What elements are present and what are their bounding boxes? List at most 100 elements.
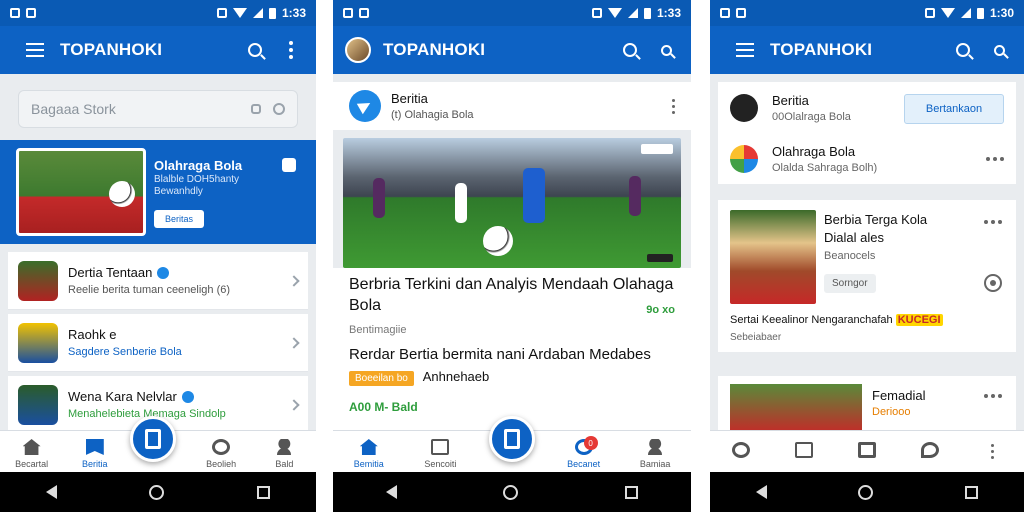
- nav-item-more[interactable]: [965, 444, 1021, 459]
- nav-item-home[interactable]: Becartal: [4, 439, 60, 469]
- list-item[interactable]: Beritia 00Olalraga Bola Bertankaon: [718, 82, 1016, 134]
- article-price: A00 M- Bald: [349, 400, 418, 414]
- more-horiz-icon[interactable]: [984, 220, 1002, 224]
- overflow-menu-button[interactable]: [278, 37, 304, 63]
- chevron-right-icon: [288, 336, 300, 349]
- key-icon: [660, 44, 672, 56]
- more-vert-icon: [289, 41, 293, 59]
- notification-icon: [26, 8, 36, 18]
- nav-item-chat[interactable]: [902, 441, 958, 462]
- section-subtitle: (t) Olahagia Bola: [391, 109, 474, 121]
- back-icon[interactable]: [755, 485, 767, 499]
- more-horiz-icon[interactable]: [986, 157, 1004, 161]
- home-circle-icon[interactable]: [503, 484, 519, 500]
- filter-button[interactable]: [986, 37, 1012, 63]
- channel-avatar: [730, 94, 758, 122]
- football-icon: [109, 181, 135, 207]
- follow-button[interactable]: Bertankaon: [904, 94, 1004, 124]
- status-time: 1:33: [281, 6, 306, 20]
- nav-item-news[interactable]: Sencoiti: [412, 439, 468, 469]
- phone-screen-home: 1:33 TOPANHOKI Bagaaa Stork Olahraga Bol…: [0, 0, 316, 512]
- recents-icon[interactable]: [965, 485, 979, 499]
- hero-button[interactable]: Beritas: [154, 210, 204, 228]
- radio-icon[interactable]: [984, 274, 1002, 292]
- mic-icon[interactable]: [251, 104, 261, 114]
- key-icon: [993, 44, 1005, 56]
- search-button[interactable]: [617, 37, 643, 63]
- app-title: TOPANHOKI: [770, 40, 873, 59]
- hero-banner[interactable]: Olahraga Bola Blalble DOH5hanty Bewanhdl…: [0, 140, 316, 244]
- notification-icon: [359, 8, 369, 18]
- nav-item-home[interactable]: Bemitia: [341, 439, 397, 469]
- category-tag[interactable]: Boeeilan bo: [349, 371, 414, 386]
- football-icon: [483, 226, 513, 256]
- menu-icon: [736, 43, 754, 57]
- image-badge: [647, 254, 673, 262]
- article-title: Berbria Terkini dan Analyis Mendaah Olah…: [349, 276, 674, 314]
- chevron-right-icon: [288, 398, 300, 411]
- list-item-title: Dertia Tentaan: [68, 265, 153, 280]
- fab-button[interactable]: [489, 416, 535, 462]
- feature-card[interactable]: Berbia Terga Kola Dialal ales Beanocels …: [718, 200, 1016, 352]
- nav-item-library[interactable]: [839, 441, 895, 462]
- menu-button[interactable]: [732, 37, 758, 63]
- search-input[interactable]: Bagaaa Stork: [18, 90, 298, 128]
- menu-icon: [26, 43, 44, 57]
- puzzle-icon[interactable]: [282, 158, 296, 172]
- list-item-subtitle: Sagdere Senberie Bola: [68, 346, 182, 358]
- search-button[interactable]: [950, 37, 976, 63]
- menu-button[interactable]: [22, 37, 48, 63]
- feature-card[interactable]: Femadial Deriooo: [718, 376, 1016, 434]
- list-item-subtitle: Reelie berita tuman ceeneligh (6): [68, 284, 231, 296]
- home-circle-icon[interactable]: [149, 484, 165, 500]
- app-title: TOPANHOKI: [383, 40, 486, 59]
- shuffle-icon: [732, 441, 751, 458]
- newspaper-icon: [431, 439, 450, 455]
- recents-icon[interactable]: [624, 485, 638, 499]
- search-placeholder: Bagaaa Stork: [31, 101, 116, 117]
- nav-item-shuffle[interactable]: [713, 441, 769, 462]
- nav-item-profile[interactable]: Bald: [256, 439, 312, 469]
- list-item-title: Olahraga Bola: [772, 144, 856, 159]
- more-horiz-icon[interactable]: [984, 394, 1002, 398]
- home-circle-icon[interactable]: [858, 484, 874, 500]
- fab-button[interactable]: [130, 416, 176, 462]
- status-bar: 1:33: [0, 0, 316, 26]
- filter-button[interactable]: [653, 37, 679, 63]
- status-bar: 1:30: [710, 0, 1024, 26]
- card-title: Femadial: [872, 388, 926, 403]
- article-body[interactable]: Berbria Terkini dan Analyis Mendaah Olah…: [333, 268, 691, 430]
- notification-icon: [736, 8, 746, 18]
- newspaper-icon: [795, 441, 814, 458]
- send-icon: [349, 90, 381, 122]
- list-item[interactable]: Dertia Tentaan Reelie berita tuman ceene…: [8, 252, 308, 310]
- nav-item-news[interactable]: [776, 441, 832, 462]
- article-image: [343, 138, 681, 268]
- nav-item-media[interactable]: Beolieh: [193, 439, 249, 469]
- nav-item-news[interactable]: Beritia: [67, 439, 123, 469]
- feature-footer: Sebeiabaer: [730, 332, 782, 343]
- person-icon: [275, 439, 293, 455]
- category-chip[interactable]: Sorngor: [824, 274, 876, 293]
- player-figure: [523, 168, 545, 223]
- back-icon[interactable]: [46, 485, 58, 499]
- nav-item-profile[interactable]: Bamiaa: [627, 439, 683, 469]
- avatar[interactable]: [345, 37, 371, 63]
- nav-item-notifications[interactable]: 0 Becanet: [556, 436, 612, 469]
- more-vert-icon[interactable]: [672, 98, 675, 114]
- search-icon[interactable]: [273, 103, 285, 115]
- list-item-subtitle: Menahelebieta Memaga Sindolp: [68, 408, 226, 420]
- hero-subtitle: Blalble DOH5hanty Bewanhdly: [154, 174, 240, 197]
- phone-screen-article: 1:33 TOPANHOKI Beritia (t) Olahagia Bola…: [333, 0, 691, 512]
- list-thumbnail: [18, 260, 58, 301]
- search-button[interactable]: [242, 37, 268, 63]
- highlight-tag: KUCEGI: [895, 314, 943, 326]
- article-icon: [504, 429, 520, 449]
- image-badge: [641, 144, 673, 154]
- list-item[interactable]: Olahraga Bola Olalda Sahraga Bolh): [718, 134, 1016, 184]
- back-icon[interactable]: [386, 485, 398, 499]
- bottom-navigation: [710, 430, 1024, 472]
- feature-title-line2: Dialal ales: [824, 230, 884, 245]
- recents-icon[interactable]: [256, 485, 270, 499]
- list-item[interactable]: Raohk e Sagdere Senberie Bola: [8, 314, 308, 372]
